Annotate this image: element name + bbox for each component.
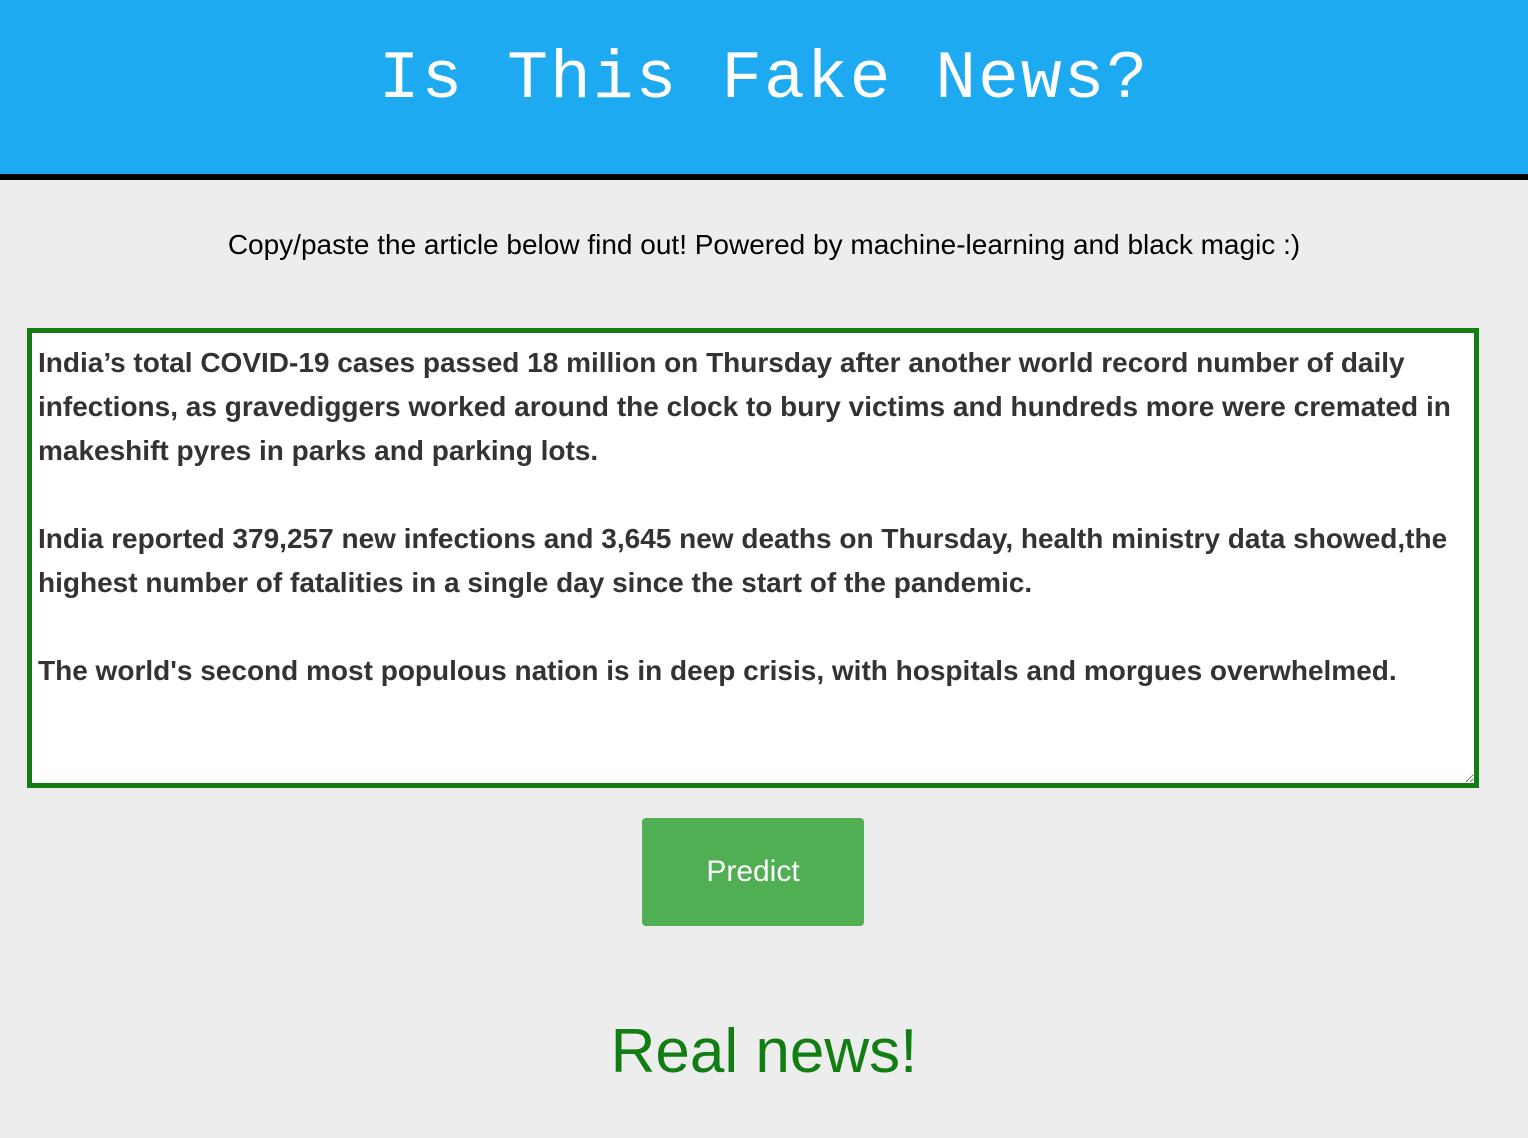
predict-button[interactable]: Predict bbox=[642, 818, 864, 926]
article-input-container: India’s total COVID-19 cases passed 18 m… bbox=[27, 328, 1479, 788]
article-input[interactable]: India’s total COVID-19 cases passed 18 m… bbox=[32, 333, 1474, 783]
page-title: Is This Fake News? bbox=[378, 41, 1150, 118]
prediction-result: Real news! bbox=[610, 1017, 918, 1086]
instructions-text: Copy/paste the article below find out! P… bbox=[227, 229, 1301, 260]
header-bar: Is This Fake News? bbox=[0, 0, 1528, 180]
